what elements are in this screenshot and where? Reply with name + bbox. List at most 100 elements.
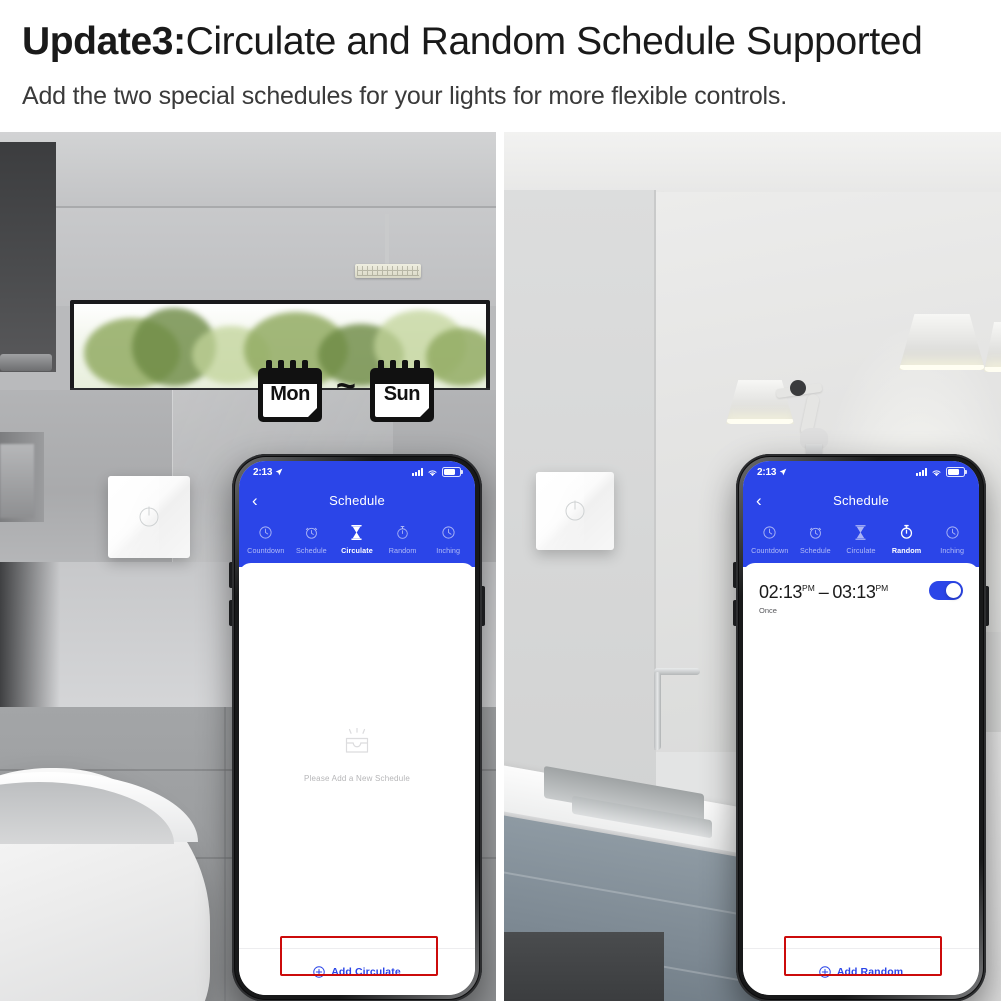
plus-circle-icon	[313, 966, 325, 978]
page-title-strong: Update3:	[22, 20, 186, 63]
nav-bar: ‹ Schedule	[743, 483, 979, 517]
power-button[interactable]	[986, 586, 989, 626]
tab-inching[interactable]: Inching	[425, 523, 471, 555]
empty-state: Please Add a New Schedule	[239, 563, 475, 948]
rain-shower-head	[355, 264, 421, 278]
timer-icon	[945, 523, 960, 541]
header: Update3:Circulate and Random Schedule Su…	[0, 0, 1001, 132]
lamp-light	[726, 419, 794, 424]
app-header: 2:13 ‹ Schedule Countdown Schedule Circu…	[239, 461, 475, 567]
panel-left: Mon ~ Sun 2:13 ‹ Schedule Countdown Sche…	[0, 132, 496, 1001]
weekday-range-badge: Mon ~ Sun	[258, 360, 434, 422]
volume-down-button[interactable]	[229, 600, 232, 626]
volume-up-button[interactable]	[229, 562, 232, 588]
clock-icon	[258, 523, 273, 541]
phone-screen: 2:13 ‹ Schedule Countdown Schedule Circu…	[239, 461, 475, 995]
toggle-knob	[946, 583, 961, 598]
volume-up-button[interactable]	[733, 562, 736, 588]
schedule-repeat-label: Once	[759, 606, 777, 615]
floor	[504, 932, 664, 1001]
tab-label: Inching	[436, 546, 461, 555]
tab-label: Countdown	[751, 546, 789, 555]
tab-schedule[interactable]: Schedule	[793, 523, 839, 555]
volume-down-button[interactable]	[733, 600, 736, 626]
status-bar: 2:13	[743, 461, 979, 483]
towel-rail	[0, 354, 52, 371]
nav-bar: ‹ Schedule	[239, 483, 475, 517]
tab-inching[interactable]: Inching	[929, 523, 975, 555]
upper-wall	[0, 208, 496, 306]
calendar-start-label: Mon	[270, 383, 310, 405]
tab-circulate[interactable]: Circulate	[838, 523, 884, 555]
schedule-enable-toggle[interactable]	[929, 581, 963, 600]
phone-mockup-right: 2:13 ‹ Schedule Countdown Schedule Circu…	[733, 454, 989, 1001]
tab-circulate[interactable]: Circulate	[334, 523, 380, 555]
panel-divider	[496, 132, 504, 1001]
wall-lamp-far-right	[984, 322, 1001, 372]
nav-title: Schedule	[329, 492, 385, 508]
content-sheet: 02:13PM –03:13PM Once Add Random	[743, 563, 979, 995]
page-subtitle: Add the two special schedules for your l…	[22, 82, 787, 110]
wall-corner	[654, 190, 656, 750]
status-time: 2:13	[757, 466, 777, 478]
lamp-shade	[726, 380, 794, 424]
wall-lamp-right	[899, 314, 985, 370]
shower-nozzles	[357, 266, 419, 276]
plus-circle-icon	[819, 966, 831, 978]
sheet-spacer	[743, 625, 979, 948]
schedule-range-separator: –	[818, 582, 829, 602]
wifi-icon	[428, 469, 437, 476]
cellular-signal-icon	[916, 468, 927, 476]
status-bar: 2:13	[239, 461, 475, 483]
wall-switch-panel[interactable]	[536, 472, 614, 550]
battery-icon	[946, 466, 967, 478]
add-circulate-label: Add Circulate	[331, 966, 401, 978]
tab-random[interactable]: Random	[380, 523, 426, 555]
status-time: 2:13	[253, 466, 273, 478]
timer-icon	[441, 523, 456, 541]
add-random-button[interactable]: Add Random	[819, 966, 903, 978]
floor-seam	[224, 707, 226, 1001]
tab-bar: Countdown Schedule Circulate Random Inch…	[239, 517, 475, 567]
tab-bar: Countdown Schedule Circulate Random Inch…	[743, 517, 979, 567]
calendar-end-label: Sun	[383, 383, 421, 405]
tab-label: Inching	[940, 546, 965, 555]
wall-switch-panel[interactable]	[108, 476, 190, 558]
clock-icon	[762, 523, 777, 541]
power-icon	[139, 506, 159, 527]
tab-label: Random	[388, 546, 417, 555]
tab-label: Circulate	[846, 546, 876, 555]
shower-arm	[385, 214, 389, 266]
power-icon	[565, 500, 585, 521]
calendar-start-icon: Mon	[258, 360, 322, 422]
tab-countdown[interactable]: Countdown	[243, 523, 289, 555]
power-button[interactable]	[482, 586, 485, 626]
back-chevron-left-icon[interactable]: ‹	[252, 492, 258, 509]
tab-countdown[interactable]: Countdown	[747, 523, 793, 555]
faucet	[654, 672, 661, 750]
alarm-clock-icon	[808, 523, 823, 541]
sheet-footer: Add Circulate	[239, 948, 475, 995]
promo-page: Update3:Circulate and Random Schedule Su…	[0, 0, 1001, 1001]
hourglass-icon	[853, 523, 868, 541]
lamp-light	[984, 367, 1001, 372]
calendar-end-icon: Sun	[369, 360, 434, 422]
schedule-row[interactable]: 02:13PM –03:13PM Once	[743, 563, 979, 625]
status-time-group: 2:13	[253, 467, 283, 478]
tab-schedule[interactable]: Schedule	[289, 523, 335, 555]
wall-shadow	[0, 562, 60, 712]
stopwatch-icon	[395, 523, 410, 541]
stopwatch-icon	[899, 523, 914, 541]
add-circulate-button[interactable]: Add Circulate	[313, 966, 401, 978]
tab-label: Countdown	[247, 546, 285, 555]
lamp-joint	[790, 380, 806, 396]
tab-random[interactable]: Random	[884, 523, 930, 555]
location-arrow-icon	[275, 468, 283, 476]
lamp-light	[899, 365, 985, 370]
back-chevron-left-icon[interactable]: ‹	[756, 492, 762, 509]
alarm-clock-icon	[304, 523, 319, 541]
schedule-time-range: 02:13PM –03:13PM	[759, 577, 929, 603]
page-title-rest: Circulate and Random Schedule Supported	[185, 20, 923, 63]
towel	[0, 444, 34, 518]
range-separator: ~	[336, 367, 356, 405]
